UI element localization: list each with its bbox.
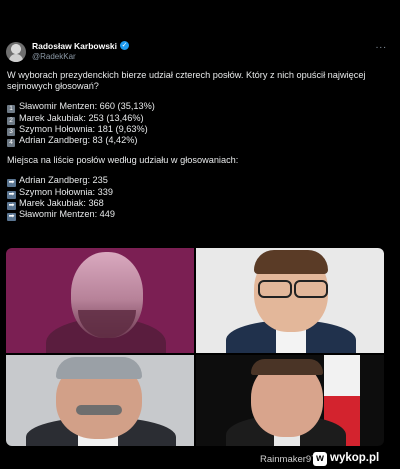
ranking-text: Adrian Zandberg: 83 (4,42%) [19,134,138,145]
keycap-4-icon: 4 [7,138,15,147]
ranking-item: 1 Sławomir Mentzen: 660 (35,13%) [7,101,392,114]
footer-bar: Rainmaker97 z w wykop.pl [0,450,400,469]
photo-portrait-4[interactable] [196,355,384,446]
right-arrow-icon: ➡ [7,212,16,221]
photo-grid [6,248,384,446]
place-text: Szymon Hołownia: 339 [19,186,113,197]
ranking-text: Szymon Hołownia: 181 (9,63%) [19,123,148,134]
ranking-item: 4 Adrian Zandberg: 83 (4,42%) [7,134,392,147]
tweet-card: Radosław Karbowski ✓ @RadekKar ... W wyb… [0,0,400,450]
author-handle[interactable]: @RadekKar [32,52,76,61]
place-item: ➡ Sławomir Mentzen: 449 [7,208,392,221]
place-text: Marek Jakubiak: 368 [19,197,104,208]
avatar[interactable] [6,42,26,62]
photo-portrait-2[interactable] [196,248,384,353]
photo-portrait-1[interactable] [6,248,194,353]
ranking-item: 3 Szymon Hołownia: 181 (9,63%) [7,123,392,136]
tweet-header: Radosław Karbowski ✓ @RadekKar ... [6,40,394,66]
verified-badge-icon: ✓ [120,41,129,50]
place-item: ➡ Szymon Hołownia: 339 [7,186,392,199]
author-name[interactable]: Radosław Karbowski [32,41,117,51]
ranking-item: 2 Marek Jakubiak: 253 (13,46%) [7,112,392,125]
more-options-icon[interactable]: ... [376,40,387,51]
wykop-logo-icon: w [313,452,327,466]
ranking-text: Marek Jakubiak: 253 (13,46%) [19,112,144,123]
place-text: Sławomir Mentzen: 449 [19,208,116,219]
photo-portrait-3[interactable] [6,355,194,446]
tweet-intro: W wyborach prezydenckich bierze udział c… [7,70,366,92]
tweet-text: W wyborach prezydenckich bierze udział c… [7,70,392,221]
place-item: ➡ Marek Jakubiak: 368 [7,197,392,210]
place-item: ➡ Adrian Zandberg: 235 [7,175,392,188]
ranking-text: Sławomir Mentzen: 660 (35,13%) [19,101,155,112]
place-text: Adrian Zandberg: 235 [19,175,108,186]
list-heading: Miejsca na liście posłów według udziału … [7,155,239,166]
wykop-logo-text[interactable]: wykop.pl [330,452,379,464]
